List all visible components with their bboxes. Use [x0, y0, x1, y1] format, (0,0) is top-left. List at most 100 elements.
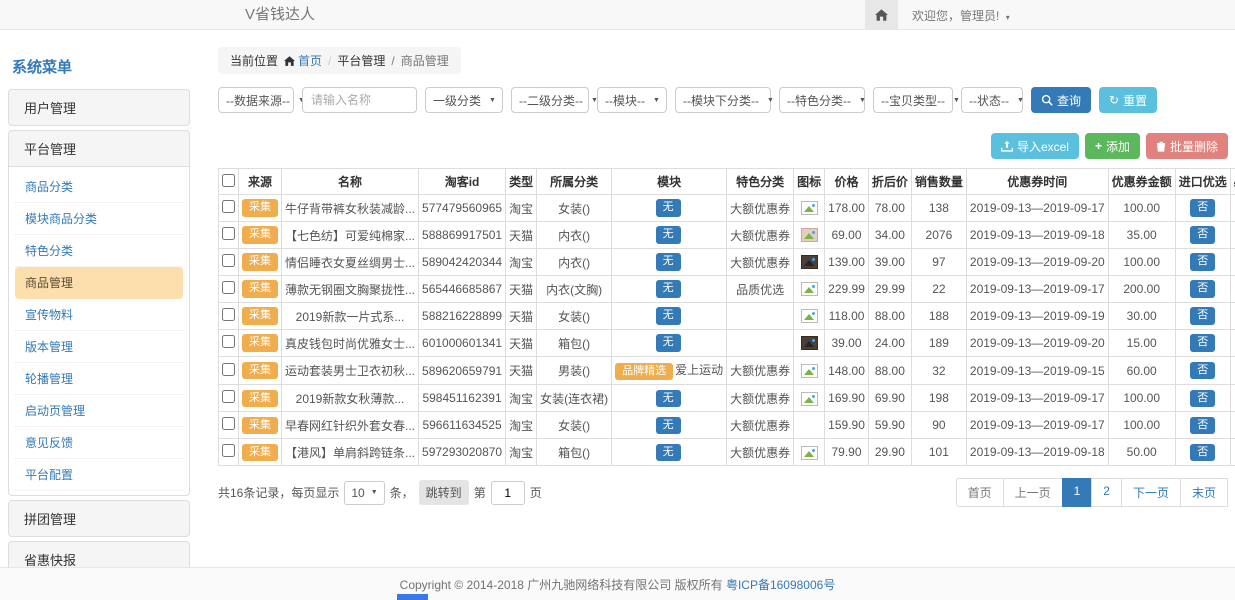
col-coupon-time: 优惠券时间: [966, 169, 1108, 195]
jump-suffix-label: 页: [530, 484, 542, 501]
import-select-toggle[interactable]: 否: [1190, 390, 1215, 407]
page-link[interactable]: 下一页: [1121, 478, 1181, 507]
submenu-item[interactable]: 宣传物料: [15, 299, 183, 331]
col-source: 来源: [239, 169, 282, 195]
page-link[interactable]: 2: [1091, 478, 1122, 507]
jump-button[interactable]: 跳转到: [419, 480, 469, 505]
taoke-id: 597293020870: [419, 439, 506, 466]
import-select-toggle[interactable]: 否: [1190, 444, 1215, 461]
submenu-item[interactable]: 平台配置: [15, 459, 183, 491]
discount-price: 69.90: [868, 385, 911, 412]
icp-link[interactable]: 粤ICP备16098006号: [726, 576, 835, 593]
nav-home-button[interactable]: [865, 0, 898, 30]
goods-category: 内衣(文胸): [537, 276, 612, 303]
submenu-item[interactable]: 模块商品分类: [15, 203, 183, 235]
sales-count: 138: [911, 195, 966, 222]
reset-button[interactable]: ↻ 重置: [1099, 87, 1157, 113]
filter-select[interactable]: --宝贝类型--▼: [873, 87, 953, 113]
col-coupon-amount: 优惠券金额: [1108, 169, 1175, 195]
select-all-checkbox[interactable]: [222, 174, 235, 187]
filter-select[interactable]: --模块--▼: [597, 87, 667, 113]
table-row: 采集 【七色纺】可爱纯棉家... 588869917501 天猫 内衣() 无 …: [219, 222, 1235, 249]
user-menu[interactable]: 欢迎您，管理员! ▾: [912, 7, 1010, 24]
page-links: 首页 上一页 1 2 下一页 末页: [956, 478, 1228, 507]
import-select-toggle[interactable]: 否: [1190, 199, 1215, 216]
special-category: 大额优惠券: [727, 439, 794, 466]
import-select-toggle[interactable]: 否: [1190, 362, 1215, 379]
coupon-amount: 50.00: [1108, 439, 1175, 466]
table-row: 采集 2019新款女秋薄款... 598451162391 淘宝 女装(连衣裙)…: [219, 385, 1235, 412]
filter-select[interactable]: --状态--▼: [961, 87, 1023, 113]
product-image-icon: [801, 282, 818, 296]
horizontal-scrollbar-thumb[interactable]: [397, 594, 428, 600]
caret-down-icon: ▼: [859, 97, 866, 104]
submenu-item[interactable]: 轮播管理: [15, 363, 183, 395]
submenu-item[interactable]: 商品管理: [15, 267, 183, 299]
row-checkbox[interactable]: [222, 308, 235, 321]
source-badge: 采集: [242, 334, 278, 351]
price: 118.00: [825, 303, 869, 330]
query-button[interactable]: 查询: [1031, 87, 1091, 113]
row-checkbox[interactable]: [222, 227, 235, 240]
coupon-time: 2019-09-13—2019-09-19: [966, 303, 1108, 330]
col-category: 所属分类: [537, 169, 612, 195]
page-number-input[interactable]: [491, 481, 525, 505]
page-link[interactable]: 末页: [1180, 478, 1228, 507]
import-excel-button[interactable]: 导入excel: [991, 133, 1079, 159]
coupon-time: 2019-09-13—2019-09-18: [966, 439, 1108, 466]
app-brand: V省钱达人: [245, 0, 315, 30]
breadcrumb-home-link[interactable]: 首页: [284, 52, 322, 69]
taoke-id: 589042420344: [419, 249, 506, 276]
row-checkbox[interactable]: [222, 363, 235, 376]
import-select-toggle[interactable]: 否: [1190, 280, 1215, 297]
goods-type: 天猫: [506, 330, 537, 357]
row-checkbox[interactable]: [222, 417, 235, 430]
row-checkbox[interactable]: [222, 444, 235, 457]
submenu-item[interactable]: 意见反馈: [15, 427, 183, 459]
row-checkbox[interactable]: [222, 390, 235, 403]
module-badge: 品牌精选: [615, 363, 673, 380]
submenu-item[interactable]: 商品分类: [15, 171, 183, 203]
goods-name: 【港风】单肩斜跨链条...: [282, 439, 419, 466]
module-badge: 无: [656, 307, 681, 324]
submenu-item[interactable]: 版本管理: [15, 331, 183, 363]
sidebar-item-user-management[interactable]: 用户管理: [8, 89, 190, 126]
table-row: 采集 情侣睡衣女夏丝绸男士... 589042420344 淘宝 内衣() 无 …: [219, 249, 1235, 276]
coupon-time: 2019-09-13—2019-09-20: [966, 249, 1108, 276]
name-search-input[interactable]: [302, 87, 417, 113]
import-select-toggle[interactable]: 否: [1190, 253, 1215, 270]
welcome-text: 欢迎您，管理员!: [912, 9, 999, 23]
filter-select[interactable]: --二级分类--▼: [511, 87, 589, 113]
filter-select[interactable]: --特色分类--▼: [779, 87, 865, 113]
special-category: 品质优选: [727, 276, 794, 303]
import-select-toggle[interactable]: 否: [1190, 334, 1215, 351]
sales-count: 188: [911, 303, 966, 330]
import-select-toggle[interactable]: 否: [1190, 226, 1215, 243]
goods-name: 早春网红针织外套女春...: [282, 412, 419, 439]
row-checkbox[interactable]: [222, 200, 235, 213]
row-checkbox[interactable]: [222, 281, 235, 294]
import-select-toggle[interactable]: 否: [1190, 307, 1215, 324]
discount-price: 88.00: [868, 303, 911, 330]
special-category: [727, 303, 794, 330]
batch-delete-button[interactable]: 批量删除: [1146, 133, 1228, 159]
submenu-item[interactable]: 启动页管理: [15, 395, 183, 427]
page-link[interactable]: 1: [1062, 478, 1093, 507]
special-category: 大额优惠券: [727, 385, 794, 412]
row-checkbox[interactable]: [222, 335, 235, 348]
import-select-toggle[interactable]: 否: [1190, 417, 1215, 434]
per-page-select[interactable]: 10▼: [344, 481, 384, 505]
filter-select[interactable]: --模块下分类--▼: [675, 87, 771, 113]
filter-select[interactable]: 一级分类▼: [425, 87, 503, 113]
submenu-item[interactable]: 特色分类: [15, 235, 183, 267]
special-category: 大额优惠券: [727, 222, 794, 249]
caret-down-icon: ▼: [1017, 97, 1024, 104]
add-button[interactable]: + 添加: [1085, 133, 1140, 159]
sidebar-item[interactable]: 拼团管理: [8, 500, 190, 537]
sidebar-item-platform-management[interactable]: 平台管理: [8, 130, 190, 167]
sidebar: 系统菜单 用户管理 平台管理 商品分类 模块商品分类 特色分类 商品管理 宣传物…: [8, 50, 190, 572]
product-image-icon: [801, 336, 818, 350]
row-checkbox[interactable]: [222, 254, 235, 267]
data-source-select[interactable]: --数据来源--▼: [218, 87, 294, 113]
navbar-right: 欢迎您，管理员! ▾: [865, 0, 1010, 30]
